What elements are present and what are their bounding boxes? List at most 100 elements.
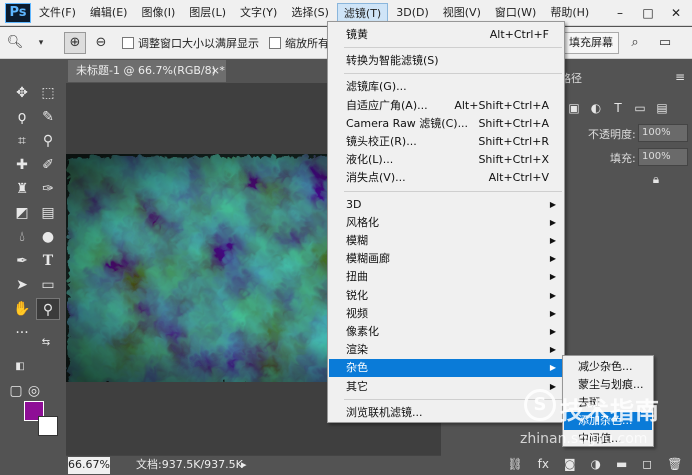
submenu-arrow-icon: ▶ xyxy=(549,345,556,355)
zoom-all-checkbox[interactable] xyxy=(269,36,281,49)
chevron-down-icon[interactable]: ▾ xyxy=(30,32,52,54)
dodge-tool-icon[interactable]: ● xyxy=(36,226,60,248)
background-color-swatch[interactable] xyxy=(38,416,58,436)
filter-menu-item[interactable]: Camera Raw 滤镜(C)... Shift+Ctrl+A xyxy=(329,115,563,133)
filter-menu-item[interactable]: 液化(L)... Shift+Ctrl+X xyxy=(329,151,563,169)
eyedropper-tool-icon[interactable]: ⚲ xyxy=(36,130,60,152)
filter-menu-item[interactable]: 3D ▶ xyxy=(329,196,563,214)
filter-type-icon[interactable]: T xyxy=(610,101,626,115)
lasso-tool-icon[interactable]: ϙ xyxy=(10,106,34,128)
rectangle-tool-icon[interactable]: ▭ xyxy=(36,274,60,296)
filter-menu-item[interactable]: 模糊画廊 ▶ xyxy=(329,250,563,268)
screen-mode-icon[interactable]: ▢ xyxy=(4,380,28,402)
brush-tool-icon[interactable]: ✐ xyxy=(36,154,60,176)
filter-menu-item[interactable]: 像素化 ▶ xyxy=(329,323,563,341)
filter-menu-item[interactable]: 模糊 ▶ xyxy=(329,232,563,250)
default-colors-icon[interactable]: ◧ xyxy=(8,356,32,378)
filter-menu-item[interactable]: 杂色 ▶ xyxy=(329,359,563,378)
add-mask-icon[interactable]: ◙ xyxy=(564,457,576,471)
history-brush-tool-icon[interactable]: ✑ xyxy=(36,178,60,200)
filter-menu-item[interactable]: 渲染 ▶ xyxy=(329,341,563,359)
zoom-all-label: 缩放所有 xyxy=(285,36,329,50)
move-tool-icon[interactable]: ✥ xyxy=(10,82,34,104)
filter-menu-item-label: 其它 xyxy=(346,379,368,393)
submenu-arrow-icon: ▶ xyxy=(549,272,556,282)
filter-menu-item[interactable]: 转换为智能滤镜(S) xyxy=(329,52,563,70)
watermark: S 技术指南 zhinan.sogou.com xyxy=(520,385,692,455)
document-tab[interactable]: 未标题-1 @ 66.7%(RGB/8) * × xyxy=(68,60,226,82)
zoom-tool-icon[interactable]: ⚲ xyxy=(36,298,60,320)
fill-field[interactable]: 100% xyxy=(638,148,688,166)
opacity-field[interactable]: 100% xyxy=(638,124,688,142)
fill-screen-button[interactable]: 填充屏幕 xyxy=(563,32,619,54)
blur-tool-icon[interactable]: 💧︎ xyxy=(10,226,34,248)
filter-menu-item-label: 杂色 xyxy=(346,361,368,375)
eraser-tool-icon[interactable]: ◩ xyxy=(10,202,34,224)
panel-menu-icon[interactable]: ≡ xyxy=(672,70,688,84)
filter-menu-item[interactable]: 镜头校正(R)... Shift+Ctrl+R xyxy=(329,133,563,151)
lock-icon: 🔒︎ xyxy=(652,172,660,186)
fx-icon[interactable]: fx xyxy=(538,457,549,471)
filter-menu-item[interactable]: 镜黄 Alt+Ctrl+F xyxy=(329,26,563,44)
filter-smart-icon[interactable]: ▤ xyxy=(654,101,670,115)
filter-shape-icon[interactable]: ▭ xyxy=(632,101,648,115)
gradient-tool-icon[interactable]: ▤ xyxy=(36,202,60,224)
status-arrow-icon[interactable]: ▸ xyxy=(241,456,247,474)
quick-select-tool-icon[interactable]: ✎ xyxy=(36,106,60,128)
fill-label: 填充: xyxy=(610,152,636,165)
adjustment-layer-icon[interactable]: ◑ xyxy=(591,457,601,471)
filter-adjust-icon[interactable]: ◐ xyxy=(588,101,604,115)
pen-tool-icon[interactable]: ✒ xyxy=(10,250,34,272)
menu-item-1[interactable]: 编辑(E) xyxy=(84,3,134,23)
clone-stamp-tool-icon[interactable]: ♜ xyxy=(10,178,34,200)
filter-menu-item[interactable]: 锐化 ▶ xyxy=(329,287,563,305)
filter-menu-item[interactable]: 自适应广角(A)... Alt+Shift+Ctrl+A xyxy=(329,97,563,115)
menu-item-5[interactable]: 选择(S) xyxy=(285,3,335,23)
hand-tool-icon[interactable]: ✋ xyxy=(10,298,34,320)
swap-colors-icon[interactable]: ⇆ xyxy=(34,332,58,354)
menu-item-6[interactable]: 滤镜(T) xyxy=(336,2,389,23)
search-icon[interactable]: ⌕ xyxy=(624,32,646,54)
healing-brush-tool-icon[interactable]: ✚ xyxy=(10,154,34,176)
zoom-out-icon[interactable]: ⊖ xyxy=(90,32,112,54)
minimize-button[interactable]: – xyxy=(606,3,634,23)
type-tool-icon[interactable]: T xyxy=(36,250,60,272)
menu-item-4[interactable]: 文字(Y) xyxy=(234,3,283,23)
noise-menu-item[interactable]: 减少杂色... xyxy=(564,358,652,376)
filter-menu-item-label: 镜头校正(R)... xyxy=(346,135,417,148)
watermark-text: 技术指南 xyxy=(560,397,660,425)
filter-pixel-icon[interactable]: ▣ xyxy=(566,101,582,115)
filter-menu-item[interactable]: 消失点(V)... Alt+Ctrl+V xyxy=(329,169,563,187)
watermark-url: zhinan.sogou.com xyxy=(520,431,648,447)
new-group-icon[interactable]: ▬ xyxy=(616,457,627,471)
menu-item-0[interactable]: 文件(F) xyxy=(33,3,82,23)
shortcut-label: Shift+Ctrl+X xyxy=(478,153,549,167)
zoom-level-field[interactable]: 66.67% xyxy=(68,457,110,474)
menu-item-8[interactable]: 视图(V) xyxy=(437,3,487,23)
marquee-tool-icon[interactable]: ⬚ xyxy=(36,82,60,104)
filter-menu-item[interactable]: 滤镜库(G)... xyxy=(329,78,563,96)
maximize-button[interactable]: □ xyxy=(634,3,662,23)
menu-item-7[interactable]: 3D(D) xyxy=(390,3,435,23)
filter-menu-item-label: 渲染 xyxy=(346,343,368,357)
filter-menu-item-label: 浏览联机滤镜... xyxy=(346,405,423,419)
close-button[interactable]: ✕ xyxy=(662,3,690,23)
resize-windows-checkbox[interactable] xyxy=(122,36,134,49)
menu-item-9[interactable]: 窗口(W) xyxy=(489,3,542,23)
zoom-in-icon[interactable]: ⊕ xyxy=(64,31,86,54)
menu-item-3[interactable]: 图层(L) xyxy=(183,3,232,23)
path-selection-tool-icon[interactable]: ➤ xyxy=(10,274,34,296)
filter-menu-item[interactable]: 扭曲 ▶ xyxy=(329,268,563,286)
filter-menu-item[interactable]: 视频 ▶ xyxy=(329,305,563,323)
workspace-icon[interactable]: ▭ xyxy=(654,32,676,54)
more-tools-icon[interactable]: ··· xyxy=(10,322,34,344)
close-tab-icon[interactable]: × xyxy=(211,60,220,82)
crop-tool-icon[interactable]: ⌗ xyxy=(10,130,34,152)
filter-menu-item[interactable]: 风格化 ▶ xyxy=(329,214,563,232)
menu-item-2[interactable]: 图像(I) xyxy=(135,3,181,23)
new-layer-icon[interactable]: ◻ xyxy=(642,457,652,471)
menu-item-10[interactable]: 帮助(H) xyxy=(544,3,595,23)
link-layers-icon[interactable]: ⛓ xyxy=(507,457,522,471)
delete-layer-icon[interactable]: 🗑︎ xyxy=(667,457,682,471)
zoom-tool-preset-icon[interactable]: 🔍︎ xyxy=(4,32,26,54)
